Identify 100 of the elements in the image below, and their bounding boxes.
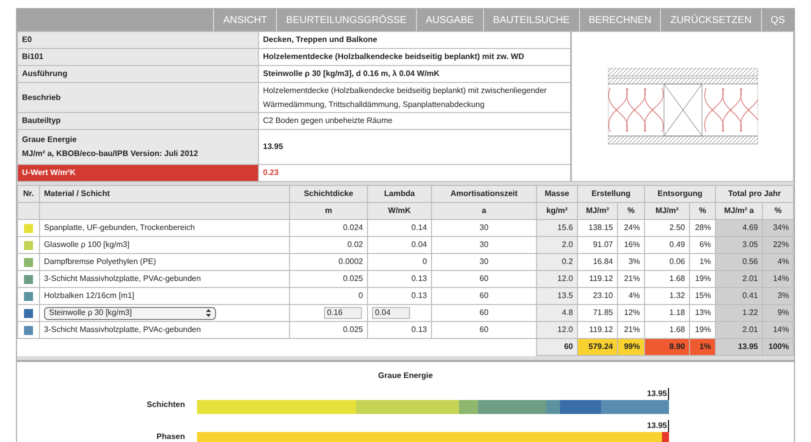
info-label: Bi101 (22, 51, 44, 63)
nav-button[interactable]: QS (760, 9, 794, 31)
table-cell: 19% (694, 274, 711, 283)
table-cell: 2.01 (742, 274, 758, 283)
table-cell: 3.05 (742, 240, 758, 249)
table-cell: 0.13 (411, 274, 427, 283)
table-cell: 4% (777, 257, 789, 266)
table-cell: Glaswolle ρ 100 [kg/m3] (44, 240, 130, 249)
total-cell: 13.95 (738, 342, 758, 351)
table-cell: 4% (628, 291, 640, 300)
table-cell: 1.18 (669, 308, 685, 317)
nav-button[interactable]: ZURÜCKSETZEN (660, 9, 761, 31)
column-header: Amortisationszeit (450, 189, 518, 198)
unit-header: W/mK (388, 206, 411, 215)
table-cell: 0.13 (411, 325, 427, 334)
table-cell: 0.56 (742, 257, 758, 266)
table-cell: 138.15 (588, 223, 613, 232)
table-cell: 12% (624, 308, 640, 317)
table-cell: 2.0 (562, 240, 573, 249)
table-cell: 0.14 (411, 223, 427, 232)
table-cell: 0 (422, 257, 427, 266)
unit-header: MJ/m² (655, 206, 679, 215)
table-cell: 15.6 (557, 223, 573, 232)
info-value: 0.23 (263, 168, 279, 177)
total-cell: 8.90 (669, 342, 685, 351)
total-cell: 1% (699, 342, 711, 351)
table-cell: 3% (777, 291, 789, 300)
table-cell: 119.12 (589, 325, 613, 334)
info-sublabel: MJ/m² a, KBOB/eco-bau/IPB Version: Juli 2012 (22, 148, 200, 160)
table-cell: 4.8 (562, 308, 573, 317)
material-select[interactable]: Steinwolle ρ 30 [kg/m3] (44, 306, 216, 320)
table-cell: 0.025 (342, 325, 363, 334)
total-cell: 60 (564, 342, 573, 351)
column-header: Total pro Jahr (728, 189, 781, 198)
table-cell: 0.41 (742, 291, 758, 300)
table-cell: 22% (772, 240, 789, 249)
table-cell: 1.68 (669, 274, 685, 283)
table-cell: 60 (480, 291, 488, 300)
lambda-input[interactable]: 0.04 (372, 307, 410, 319)
table-cell: 30 (480, 223, 488, 232)
info-value: C2 Boden gegen unbeheizte Räume (263, 116, 392, 125)
table-cell: 0.2 (562, 257, 573, 266)
column-header: Material / Schicht (44, 189, 110, 198)
total-cell: 99% (624, 342, 640, 351)
table-cell: 4.69 (742, 223, 758, 232)
table-cell: 16% (624, 240, 640, 249)
table-cell: 0.0002 (338, 257, 363, 266)
table-cell: 0.04 (411, 240, 427, 249)
unit-header: m (324, 206, 332, 215)
table-cell: 14% (772, 274, 789, 283)
column-header: Masse (544, 189, 570, 198)
table-cell: 9% (777, 308, 789, 317)
table-cell: 0.02 (347, 240, 363, 249)
select-arrows-icon (206, 309, 211, 317)
table-cell: 1.32 (669, 291, 685, 300)
table-cell: 12.0 (557, 325, 573, 334)
table-cell: 30 (480, 240, 488, 249)
table-cell: Holzbalken 12/16cm [m1] (44, 291, 134, 300)
column-header: Lambda (384, 189, 415, 198)
info-value: 13.95 (263, 142, 284, 151)
info-label: U-Wert W/m²K (22, 167, 77, 179)
unit-header: MJ/m² (586, 206, 610, 215)
info-label: Ausführung (22, 68, 68, 80)
table-cell: 6% (699, 240, 711, 249)
chart-title: Graue Energie (378, 370, 433, 382)
table-cell: 0.06 (669, 257, 685, 266)
bar-label: Schichten (146, 399, 186, 411)
total-cell: 579.24 (588, 342, 613, 351)
table-cell: 2.01 (742, 325, 758, 334)
table-cell: 60 (480, 325, 488, 334)
table-cell: Spanplatte, UF-gebunden, Trockenbereich (44, 223, 195, 232)
table-cell: 16.84 (592, 257, 613, 266)
info-value: Decken, Treppen und Balkone (263, 35, 378, 44)
info-label: Beschrieb (22, 92, 62, 104)
table-cell: 13% (694, 308, 711, 317)
table-cell: 1.68 (669, 325, 685, 334)
info-value: Holzelementdecke (Holzbalkendecke beidseitig beplankt) mit zw. WD (263, 52, 524, 61)
column-header: Entsorgung (658, 189, 702, 198)
table-cell: 0 (358, 291, 363, 300)
nav-button[interactable]: BERECHNEN (578, 9, 660, 31)
table-cell: 0.13 (411, 291, 427, 300)
info-value: Steinwolle ρ 30 [kg/m3], d 0.16 m, λ 0.04 W/mK (263, 69, 440, 78)
table-cell: 13.5 (557, 291, 573, 300)
table-cell: 21% (624, 325, 640, 334)
table-cell: 3-Schicht Massivholzplatte, PVAc-gebunden (44, 325, 201, 334)
table-cell: 91.07 (592, 240, 613, 249)
unit-header: % (774, 206, 782, 215)
bar-label: Phasen (156, 431, 186, 442)
table-cell: 2.50 (669, 223, 685, 232)
table-cell: 34% (772, 223, 789, 232)
unit-header: MJ/m² a (724, 206, 754, 215)
info-value: Holzelementdecke (Holzbalkendecke beidseitig beplankt) mit zwischenliegender Wärmedämmung, Trittschalldämmung, Spanplattenabdeckung (263, 86, 547, 108)
table-cell: 0.024 (342, 223, 363, 232)
thickness-input[interactable]: 0.16 (324, 307, 362, 319)
info-label: Graue Energie (22, 134, 78, 146)
column-header: Erstellung (591, 189, 631, 198)
table-cell: 19% (694, 325, 711, 334)
table-cell: 28% (694, 223, 711, 232)
table-cell: 60 (480, 308, 488, 317)
table-cell: 0.025 (342, 274, 363, 283)
